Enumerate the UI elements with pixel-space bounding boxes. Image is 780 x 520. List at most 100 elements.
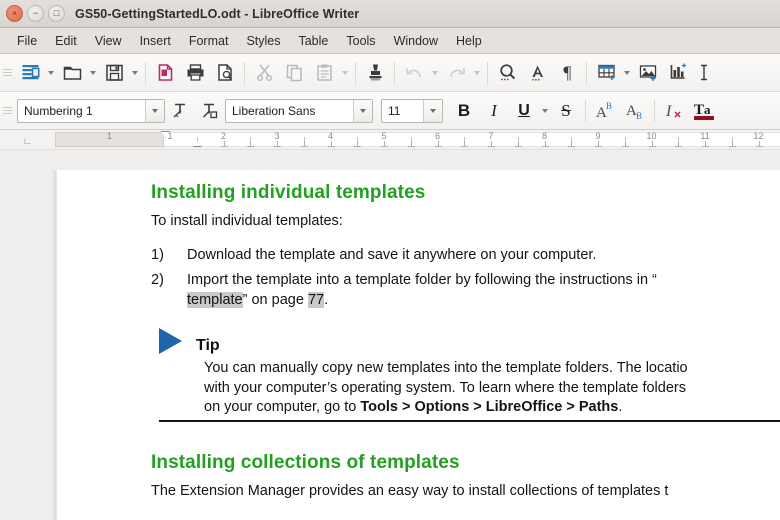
ruler-tab-stop[interactable]: [300, 141, 308, 147]
document-page[interactable]: Installing individual templates To insta…: [56, 170, 780, 520]
ruler-tab-stop[interactable]: [354, 141, 362, 147]
insert-chart-button[interactable]: [663, 58, 693, 88]
menu-view[interactable]: View: [86, 31, 131, 51]
ruler-tab-stop[interactable]: [381, 141, 388, 147]
undo-dropdown[interactable]: [429, 58, 441, 88]
section-intro-paragraph-2: The Extension Manager provides an easy w…: [151, 482, 669, 499]
ruler-tab-stop[interactable]: [488, 141, 495, 147]
ruler-corner-icon: ∟: [22, 136, 33, 147]
open-document-dropdown[interactable]: [87, 58, 99, 88]
paste-button[interactable]: [309, 58, 339, 88]
ruler-tab-stop[interactable]: [621, 141, 629, 147]
undo-button[interactable]: [399, 58, 429, 88]
underline-button[interactable]: U: [509, 96, 539, 126]
ruler-tab-stop[interactable]: [702, 141, 709, 147]
ruler-tab-stop[interactable]: [327, 141, 335, 147]
bold-button[interactable]: B: [449, 96, 479, 126]
clone-formatting-button[interactable]: [360, 58, 390, 88]
new-document-button[interactable]: [15, 58, 45, 88]
insert-table-button[interactable]: [591, 58, 621, 88]
ruler-tab-stop[interactable]: [514, 141, 522, 147]
insert-text-box-icon: [701, 64, 707, 81]
ruler-tab-stop[interactable]: [461, 141, 469, 147]
menu-window[interactable]: Window: [385, 31, 447, 51]
ruler-tab-stop[interactable]: [434, 141, 442, 147]
subscript-button[interactable]: A B: [620, 96, 650, 126]
menu-table[interactable]: Table: [289, 31, 337, 51]
new-document-dropdown[interactable]: [45, 58, 57, 88]
export-pdf-icon: [158, 64, 172, 81]
libreoffice-writer-window: × − □ GS50-GettingStartedLO.odt - LibreO…: [0, 0, 780, 520]
ruler-tab-stop[interactable]: [595, 141, 602, 147]
menu-tools[interactable]: Tools: [337, 31, 384, 51]
menu-format[interactable]: Format: [180, 31, 238, 51]
ruler-tab-stop[interactable]: [648, 141, 656, 147]
font-name-dropdown-arrow[interactable]: [353, 99, 372, 122]
strikethrough-button[interactable]: S: [551, 96, 581, 126]
copy-button[interactable]: [279, 58, 309, 88]
ruler-tab-stop[interactable]: [755, 141, 763, 147]
maximize-icon: □: [53, 8, 60, 18]
menu-help[interactable]: Help: [447, 31, 491, 51]
print-preview-button[interactable]: [210, 58, 240, 88]
clear-paragraph-style-button[interactable]: [165, 96, 195, 126]
svg-text:a: a: [704, 102, 711, 117]
clone-formatting-icon: [369, 64, 381, 81]
superscript-button[interactable]: A B: [590, 96, 620, 126]
new-document-icon: [22, 65, 39, 80]
horizontal-ruler[interactable]: 112345678910111213: [55, 130, 780, 149]
open-document-button[interactable]: [57, 58, 87, 88]
insert-text-box-button[interactable]: [693, 58, 715, 88]
list-item-line-2-text: ” on page: [242, 292, 308, 309]
font-size-dropdown-arrow[interactable]: [423, 99, 442, 122]
menu-edit[interactable]: Edit: [46, 31, 86, 51]
cut-button[interactable]: [249, 58, 279, 88]
font-color-button[interactable]: T a: [689, 96, 719, 126]
spelling-button[interactable]: [522, 58, 552, 88]
ruler-tab-stop[interactable]: [675, 141, 683, 147]
maximize-window-button[interactable]: □: [48, 5, 65, 22]
ruler-tab-stop[interactable]: [247, 141, 255, 147]
menu-insert[interactable]: Insert: [131, 31, 180, 51]
find-replace-button[interactable]: [492, 58, 522, 88]
toolbar-grip[interactable]: [3, 62, 12, 84]
formatting-toolbar-grip[interactable]: [3, 100, 12, 122]
insert-table-dropdown[interactable]: [621, 58, 633, 88]
italic-button[interactable]: I: [479, 96, 509, 126]
minimize-window-button[interactable]: −: [27, 5, 44, 22]
tip-menu-path: Tools > Options > LibreOffice > Paths: [360, 399, 619, 416]
cross-reference-field-template[interactable]: template: [187, 292, 243, 309]
ruler-tab-stop[interactable]: [541, 141, 549, 147]
clear-formatting-button[interactable]: I: [659, 96, 689, 126]
cross-reference-field-page-number[interactable]: 77: [307, 292, 325, 309]
document-workspace[interactable]: Installing individual templates To insta…: [0, 170, 780, 520]
save-document-dropdown[interactable]: [129, 58, 141, 88]
redo-button[interactable]: [441, 58, 471, 88]
undo-icon: [405, 68, 421, 78]
list-item-line-1: Import the template into a template fold…: [187, 272, 657, 289]
formatting-marks-button[interactable]: ¶: [552, 58, 582, 88]
paragraph-style-combobox[interactable]: Numbering 1: [17, 98, 165, 123]
close-window-button[interactable]: ×: [6, 5, 23, 22]
font-name-combobox[interactable]: Liberation Sans: [225, 98, 373, 123]
ruler-tab-stop[interactable]: [407, 141, 415, 147]
font-size-combobox[interactable]: 11: [381, 98, 443, 123]
menu-file[interactable]: File: [8, 31, 46, 51]
save-document-button[interactable]: [99, 58, 129, 88]
ruler-tab-stop[interactable]: [220, 141, 228, 147]
ruler-number: 9: [595, 131, 601, 141]
paragraph-style-dropdown-arrow[interactable]: [145, 99, 164, 122]
export-pdf-button[interactable]: [150, 58, 180, 88]
redo-dropdown[interactable]: [471, 58, 483, 88]
ruler-tab-stop[interactable]: [274, 141, 281, 147]
underline-dropdown[interactable]: [539, 96, 551, 126]
save-document-icon: [105, 64, 123, 81]
paste-dropdown[interactable]: [339, 58, 351, 88]
print-button[interactable]: [180, 58, 210, 88]
insert-image-button[interactable]: [633, 58, 663, 88]
ruler-tab-stop[interactable]: [568, 141, 576, 147]
update-selected-style-button[interactable]: [195, 96, 225, 126]
ruler-tab-stop[interactable]: [728, 141, 736, 147]
tip-line-2: with your computer’s operating system. T…: [204, 379, 686, 396]
menu-styles[interactable]: Styles: [237, 31, 289, 51]
